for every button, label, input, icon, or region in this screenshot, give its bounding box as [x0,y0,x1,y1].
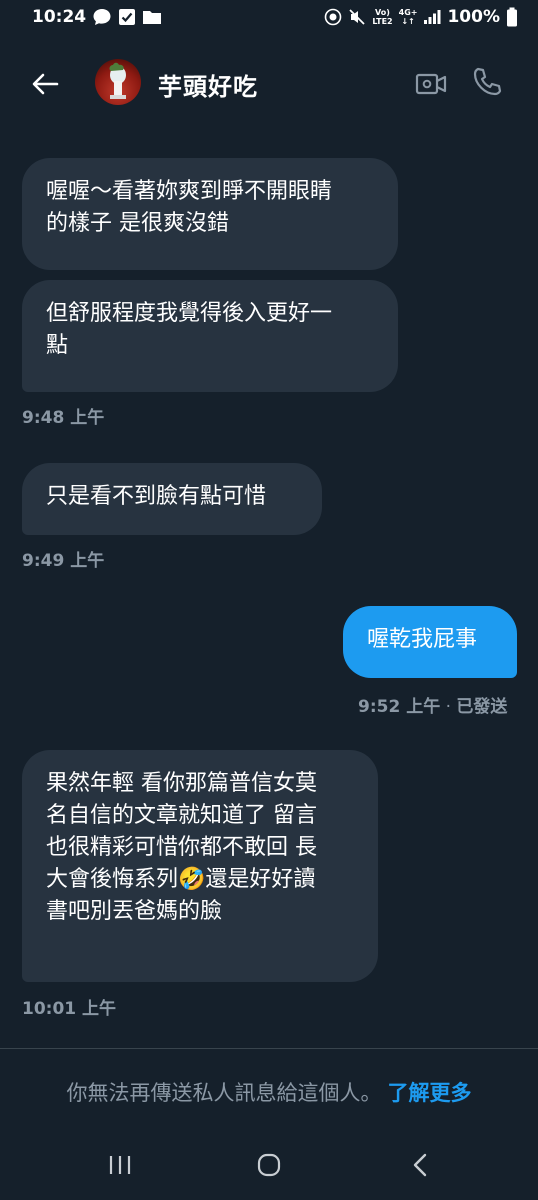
back-arrow-icon [32,73,59,95]
signal-icon [423,9,441,25]
checkbox-icon [118,8,136,26]
message-line: 也很精彩可惜你都不敢回 長 [46,835,317,860]
message-timestamp-status: 9:52 上午 · 已發送 [358,697,508,717]
learn-more-link[interactable]: 了解更多 [388,1081,472,1105]
message-line: 的樣子 是很爽沒錯 [46,211,229,236]
home-icon [257,1153,281,1177]
message-timestamp: 9:49 上午 [22,551,105,571]
message-line: 名自信的文章就知道了 留言 [46,803,317,828]
message-line: 只是看不到臉有點可惜 [46,484,267,509]
message-line: 書吧別丟爸媽的臉 [46,899,223,924]
message-line: 點 [46,333,69,358]
home-button[interactable] [249,1148,289,1182]
recent-apps-icon [109,1156,131,1174]
conversation-header: 芋頭好吃 [0,45,538,125]
message-bubble-incoming[interactable]: 果然年輕 看你那篇普信女莫 名自信的文章就知道了 留言 也很精彩可惜你都不敢回 … [22,750,378,982]
status-left: 10:24 [32,7,162,27]
dm-restricted-notice: 你無法再傳送私人訊息給這個人。 了解更多 [0,1077,538,1107]
phone-call-button[interactable] [470,65,504,99]
message-timestamp: 9:52 上午 [358,697,441,717]
system-nav-bar [0,1130,538,1200]
message-timestamp: 10:01 上午 [22,999,117,1019]
phone-icon [473,67,502,96]
message-bubble-incoming[interactable]: 喔喔～看著妳爽到睜不開眼睛 的樣子 是很爽沒錯 [22,158,398,270]
message-bubble-incoming[interactable]: 只是看不到臉有點可惜 [22,463,322,535]
4g-label: 4G+ ↓↑ [398,8,418,26]
recent-apps-button[interactable] [100,1148,140,1182]
contact-name[interactable]: 芋頭好吃 [158,67,258,102]
avatar[interactable] [95,59,141,105]
battery-percent: 100% [447,7,500,27]
message-line: 喔喔～看著妳爽到睜不開眼睛 [46,179,333,204]
message-timestamp: 9:48 上午 [22,408,105,428]
folder-icon [142,8,162,26]
message-line: 但舒服程度我覺得後入更好一 [46,301,333,326]
message-line: 大會後悔系列🤣還是好好讀 [46,867,316,892]
mute-icon [348,8,366,26]
message-bubble-incoming[interactable]: 但舒服程度我覺得後入更好一 點 [22,280,398,392]
video-call-icon [415,73,447,95]
notice-text: 你無法再傳送私人訊息給這個人。 [66,1081,382,1105]
status-right: Vo) LTE2 4G+ ↓↑ 100% [324,7,518,27]
battery-saver-icon [324,7,342,27]
back-button[interactable] [28,67,62,101]
message-line: 果然年輕 看你那篇普信女莫 [46,771,317,796]
status-bar: 10:24 Vo) LTE2 4G+ ↓↑ 100% [0,0,538,34]
video-call-button[interactable] [414,67,448,101]
battery-icon [506,7,518,27]
footer-divider [0,1048,538,1049]
message-line: 喔乾我屁事 [367,627,478,652]
volte-label: Vo) LTE2 [372,8,393,26]
message-status: 已發送 [456,697,508,717]
chat-bubble-icon [92,7,112,27]
message-bubble-outgoing[interactable]: 喔乾我屁事 [343,606,517,678]
back-nav-icon [413,1153,427,1177]
back-nav-button[interactable] [400,1148,440,1182]
status-time: 10:24 [32,7,87,27]
